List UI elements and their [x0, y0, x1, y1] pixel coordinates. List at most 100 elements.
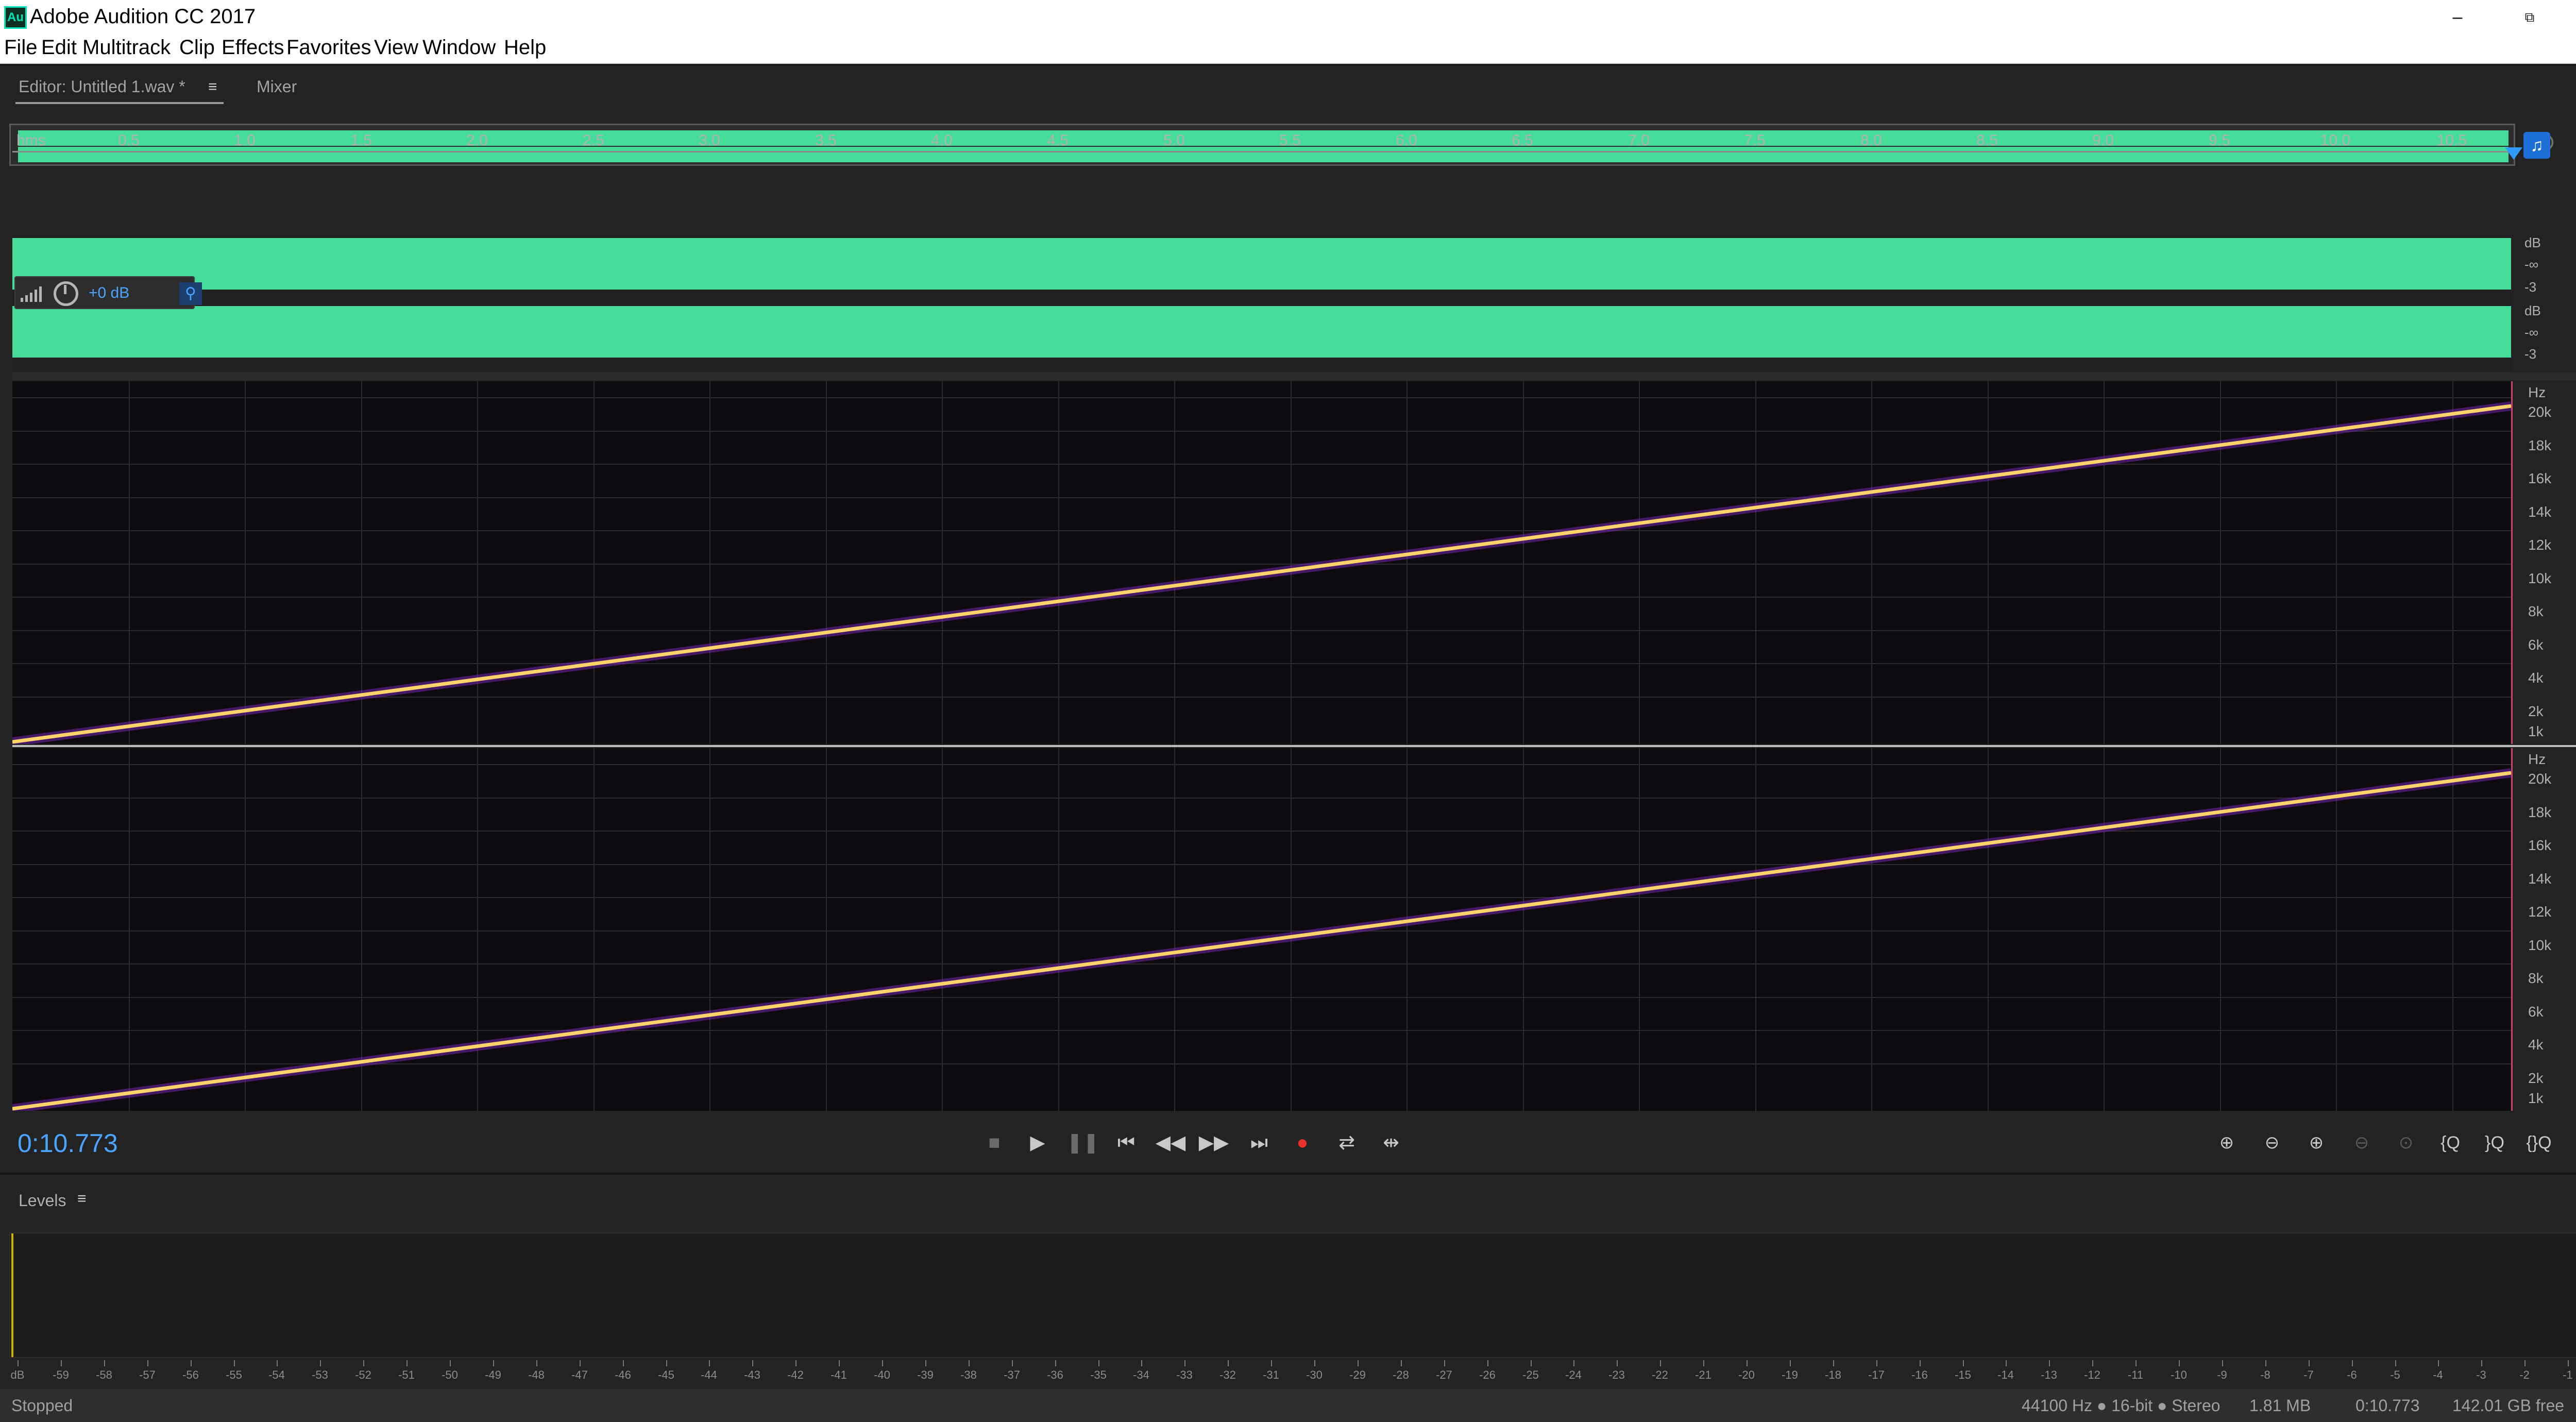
close-button[interactable]: ✕: [2566, 0, 2576, 34]
level-scale-tick: [2222, 1360, 2223, 1366]
zoom-out-time-button[interactable]: ⊖: [2344, 1127, 2380, 1158]
zoom-all-button[interactable]: ⊞: [2565, 1127, 2576, 1158]
level-scale-label: -36: [1047, 1368, 1063, 1381]
level-scale-tick: [363, 1360, 364, 1366]
level-scale-label: -24: [1565, 1368, 1582, 1381]
ruler-unit: hms: [16, 132, 46, 149]
skip-selection-button[interactable]: ⇹: [1376, 1127, 1406, 1158]
record-button[interactable]: ●: [1287, 1127, 1318, 1158]
zoom-out-amplitude-button[interactable]: ⊖: [2254, 1127, 2290, 1158]
zoom-selection-button[interactable]: {}Q: [2521, 1127, 2557, 1158]
level-scale: dB -59 -58 -57 -56 -55 -54 -53 -52 -51 -50 -49 -48 -4…: [9, 1360, 2576, 1386]
level-scale-tick: [1401, 1360, 1402, 1366]
levels-menu-icon[interactable]: ≡: [77, 1190, 87, 1208]
level-scale-tick: [191, 1360, 192, 1366]
gain-value[interactable]: +0 dB: [89, 284, 129, 302]
zoom-in-time-button[interactable]: ⊕: [2298, 1127, 2334, 1158]
level-scale-label: -38: [960, 1368, 977, 1381]
zoom-in-right-button[interactable]: }Q: [2477, 1127, 2513, 1158]
pause-button[interactable]: ❚❚: [1066, 1127, 1099, 1158]
level-scale-label: -26: [1479, 1368, 1496, 1381]
frequency-scale-left: Hz 20k 18k 16k 14k 12k 10k 8k 6k 4k 2k 1k: [2511, 381, 2576, 744]
menu-clip[interactable]: Clip: [179, 36, 215, 59]
level-scale-tick: [1703, 1360, 1704, 1366]
frequency-label: 18k: [2528, 437, 2552, 453]
db-label: -3: [2524, 346, 2537, 362]
frequency-label: 16k: [2528, 470, 2552, 486]
level-scale-tick: [752, 1360, 753, 1366]
ruler-tick: 6.5: [1512, 132, 1533, 149]
menu-multitrack[interactable]: Multitrack: [82, 36, 171, 59]
fast-forward-button[interactable]: ▶▶: [1198, 1127, 1229, 1158]
level-scale-label: -52: [355, 1368, 371, 1381]
ruler-tick: 2.0: [466, 132, 488, 149]
level-scale-tick: [2136, 1360, 2137, 1366]
playhead-marker[interactable]: [2505, 147, 2522, 163]
channel-divider: [12, 745, 2576, 747]
level-scale-label: -16: [1911, 1368, 1928, 1381]
tab-mixer[interactable]: Mixer: [257, 77, 297, 96]
zoom-in-left-button[interactable]: {Q: [2432, 1127, 2468, 1158]
panel-menu-icon[interactable]: ≡: [208, 78, 217, 96]
level-scale-label: -11: [2127, 1368, 2144, 1381]
level-scale-tick: [2395, 1360, 2396, 1366]
view-splitter[interactable]: [12, 372, 2576, 380]
zoom-in-amplitude-button[interactable]: ⊕: [2209, 1127, 2245, 1158]
level-scale-tick: [839, 1360, 840, 1366]
ruler-tick: 4.0: [931, 132, 953, 149]
level-scale-tick: [925, 1360, 926, 1366]
level-scale-label: -1: [2563, 1368, 2573, 1381]
menu-favorites[interactable]: Favorites: [286, 36, 371, 59]
minimize-button[interactable]: –: [2421, 0, 2494, 34]
rewind-button[interactable]: ◀◀: [1155, 1127, 1186, 1158]
level-scale-tick: [2352, 1360, 2353, 1366]
level-scale-label: -17: [1868, 1368, 1885, 1381]
time-ruler[interactable]: hms 0.5 1.0 1.5 2.0 2.5 3.0 3.5 4.0 4.5 …: [12, 132, 2511, 153]
level-scale-label: -4: [2433, 1368, 2443, 1381]
frequency-label: 10k: [2528, 570, 2552, 586]
level-scale-label: -51: [398, 1368, 415, 1381]
menu-window[interactable]: Window: [422, 36, 496, 59]
pin-icon[interactable]: ⚲: [179, 282, 202, 305]
level-scale-tick: [104, 1360, 105, 1366]
spectral-right-channel[interactable]: [12, 748, 2511, 1111]
ruler-tick: 3.5: [815, 132, 837, 149]
level-scale-label: -46: [615, 1368, 631, 1381]
frequency-label: 2k: [2528, 703, 2544, 719]
level-scale-tick: [1617, 1360, 1618, 1366]
current-time-display[interactable]: 0:10.773: [18, 1128, 118, 1158]
level-scale-tick: [1055, 1360, 1056, 1366]
move-to-previous-button[interactable]: ⏮: [1111, 1127, 1142, 1158]
menu-view[interactable]: View: [374, 36, 418, 59]
level-scale-label: -42: [787, 1368, 804, 1381]
level-scale-label: -45: [658, 1368, 674, 1381]
level-scale-label: -32: [1219, 1368, 1236, 1381]
level-scale-label: -14: [1997, 1368, 2014, 1381]
level-scale-tick: [2092, 1360, 2093, 1366]
gain-knob[interactable]: [54, 281, 78, 306]
level-scale-label: -21: [1695, 1368, 1711, 1381]
menu-edit[interactable]: Edit: [41, 36, 77, 59]
menu-help[interactable]: Help: [504, 36, 546, 59]
spectral-left-channel[interactable]: [12, 381, 2511, 744]
headphones-icon[interactable]: ♫: [2523, 132, 2550, 159]
move-to-next-button[interactable]: ⏭: [1244, 1127, 1275, 1158]
level-indicator: [11, 1233, 13, 1357]
level-scale-tick: [882, 1360, 883, 1366]
stop-button[interactable]: ■: [979, 1127, 1010, 1158]
level-scale-tick: [1098, 1360, 1099, 1366]
restore-button[interactable]: ⧉: [2494, 0, 2566, 34]
frequency-scale-right: Hz 20k 18k 16k 14k 12k 10k 8k 6k 4k 2k 1k: [2511, 748, 2576, 1111]
menu-effects[interactable]: Effects: [222, 36, 284, 59]
menu-file[interactable]: File: [4, 36, 37, 59]
frequency-label: 4k: [2528, 1037, 2544, 1053]
frequency-unit: Hz: [2528, 384, 2546, 400]
tab-editor[interactable]: Editor: Untitled 1.wav *: [19, 77, 185, 96]
loop-playback-button[interactable]: ⇄: [1331, 1127, 1362, 1158]
level-scale-label: -18: [1825, 1368, 1841, 1381]
zoom-full-button[interactable]: ⊙: [2388, 1127, 2424, 1158]
status-state: Stopped: [11, 1396, 73, 1415]
gain-hud[interactable]: +0 dB ⚲: [14, 276, 202, 309]
frequency-label: 20k: [2528, 404, 2552, 420]
play-button[interactable]: ▶: [1022, 1127, 1053, 1158]
